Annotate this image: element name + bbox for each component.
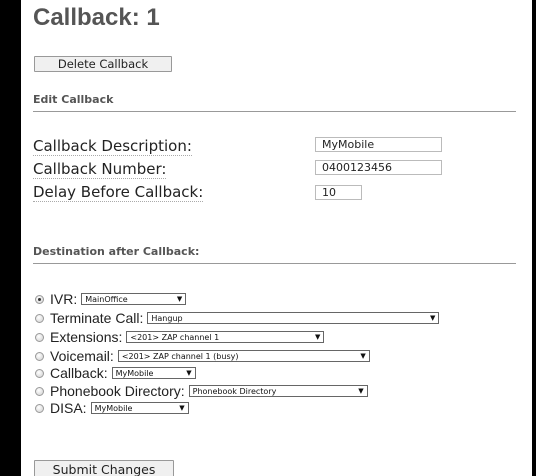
radio-button-icon[interactable]	[35, 403, 44, 413]
radio-button-icon[interactable]	[35, 294, 44, 304]
destination-section-title: Destination after Callback:	[33, 245, 200, 258]
disa-select[interactable]: MyMobile ▼	[90, 402, 189, 414]
delay-before-callback-label: Delay Before Callback:	[33, 183, 204, 202]
extensions-select[interactable]: <201> ZAP channel 1 ▼	[126, 331, 325, 343]
divider	[33, 111, 516, 112]
radio-button-icon[interactable]	[35, 351, 44, 361]
triangle-down-icon: ▼	[179, 404, 185, 412]
radio-button-icon[interactable]	[35, 313, 44, 323]
callback-description-label: Callback Description:	[33, 137, 192, 156]
edit-section-title: Edit Callback	[33, 93, 114, 106]
destination-option-phonebook-directory: Phonebook Directory: Phonebook Directory…	[35, 383, 368, 399]
triangle-down-icon: ▼	[186, 369, 192, 377]
radio-button-icon[interactable]	[35, 386, 44, 396]
option-label: Voicemail:	[50, 348, 114, 364]
triangle-down-icon: ▼	[429, 314, 436, 322]
submit-changes-button[interactable]: Submit Changes	[34, 460, 174, 476]
triangle-down-icon: ▼	[176, 295, 183, 303]
destination-option-voicemail: Voicemail: <201> ZAP channel 1 (busy) ▼	[35, 348, 370, 364]
option-label: Phonebook Directory:	[50, 383, 185, 399]
delete-callback-button[interactable]: Delete Callback	[34, 56, 172, 72]
page-title: Callback: 1	[33, 4, 160, 31]
delay-input[interactable]: 10	[315, 185, 362, 200]
phonebook-directory-select[interactable]: Phonebook Directory ▼	[188, 385, 368, 397]
triangle-down-icon: ▼	[358, 387, 364, 395]
radio-button-icon[interactable]	[35, 332, 44, 342]
callback-edit-panel: Callback: 1 Delete Callback Edit Callbac…	[21, 0, 532, 476]
terminate-call-select[interactable]: Hangup ▼	[147, 312, 440, 324]
option-label: Terminate Call:	[50, 310, 144, 326]
option-label: Callback:	[50, 365, 108, 381]
triangle-down-icon: ▼	[360, 352, 366, 360]
callback-description-input[interactable]: MyMobile	[315, 137, 442, 152]
option-label: Extensions:	[50, 329, 123, 345]
callback-select[interactable]: MyMobile ▼	[111, 367, 196, 379]
divider	[33, 263, 516, 264]
callback-number-input[interactable]: 0400123456	[315, 160, 442, 175]
destination-option-terminate-call: Terminate Call: Hangup ▼	[35, 310, 440, 326]
voicemail-select[interactable]: <201> ZAP channel 1 (busy) ▼	[117, 350, 370, 362]
destination-option-extensions: Extensions: <201> ZAP channel 1 ▼	[35, 329, 325, 345]
radio-button-icon[interactable]	[35, 368, 44, 378]
destination-option-disa: DISA: MyMobile ▼	[35, 400, 189, 416]
ivr-select[interactable]: MainOffice ▼	[81, 293, 187, 305]
destination-option-callback: Callback: MyMobile ▼	[35, 365, 196, 381]
option-label: IVR:	[50, 291, 78, 307]
triangle-down-icon: ▼	[314, 333, 321, 341]
option-label: DISA:	[50, 400, 87, 416]
destination-option-ivr: IVR: MainOffice ▼	[35, 291, 187, 307]
callback-number-label: Callback Number:	[33, 160, 167, 179]
